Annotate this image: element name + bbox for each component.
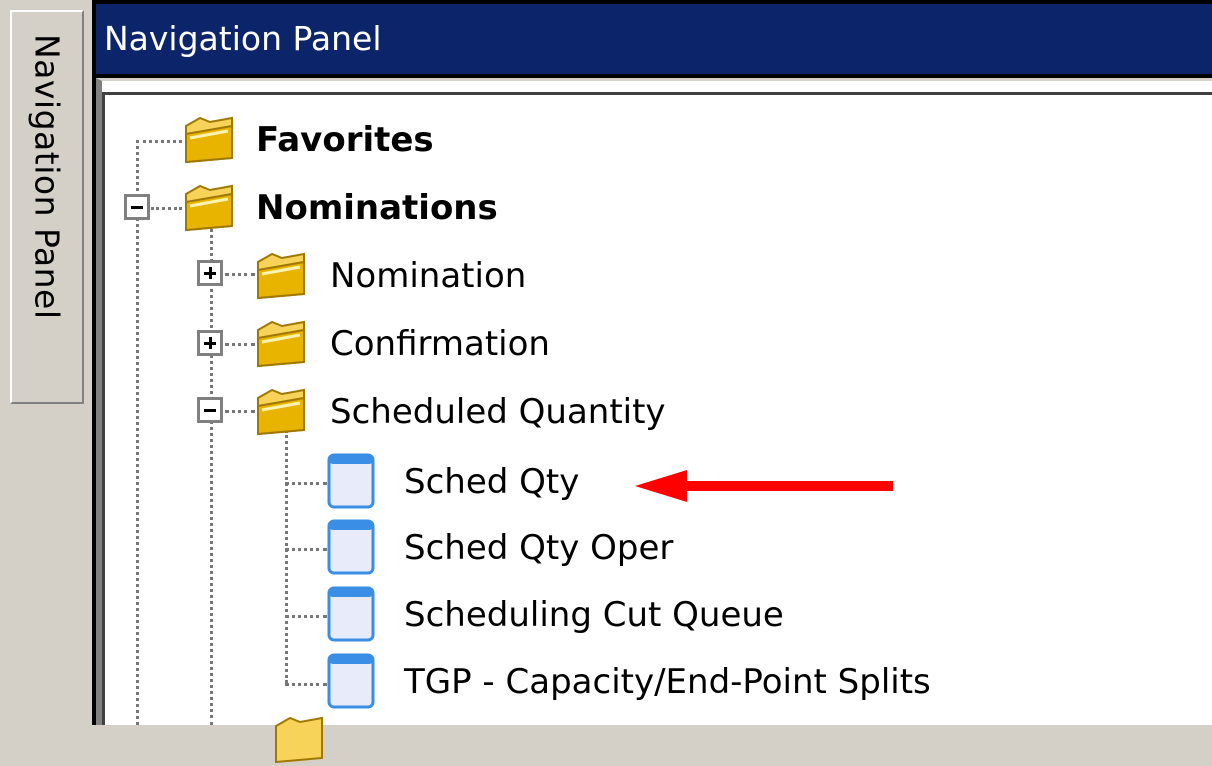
tree-item-tgp-capacity-splits[interactable]: TGP - Capacity/End-Point Splits bbox=[404, 662, 931, 702]
tree-connector-scheduling-cut-queue bbox=[285, 615, 327, 618]
tree-item-scheduled-quantity[interactable]: Scheduled Quantity bbox=[330, 392, 666, 432]
tree-connector-confirmation bbox=[225, 343, 255, 346]
application-frame: Navigation Panel Navigation Panel Favori… bbox=[0, 0, 1212, 764]
document-icon bbox=[327, 453, 375, 509]
tree-item-sched-qty[interactable]: Sched Qty bbox=[404, 462, 579, 502]
collapse-icon[interactable] bbox=[197, 397, 223, 423]
panel-title-bar: Navigation Panel bbox=[96, 4, 1212, 74]
tree-item-nominations[interactable]: Nominations bbox=[256, 188, 498, 228]
collapse-icon[interactable] bbox=[124, 194, 150, 220]
document-icon bbox=[327, 653, 375, 709]
folder-icon bbox=[185, 116, 233, 164]
tree-item-nomination[interactable]: Nomination bbox=[330, 256, 526, 296]
tree-connector-sched-qty bbox=[285, 482, 327, 485]
expand-icon[interactable] bbox=[197, 260, 223, 286]
tree-connector-tgp bbox=[285, 683, 327, 686]
document-icon bbox=[327, 519, 375, 575]
tree-connector-sched-qty-oper bbox=[285, 548, 327, 551]
tree-connector-scheduled-quantity bbox=[225, 410, 255, 413]
folder-icon bbox=[185, 184, 233, 232]
tree-item-sched-qty-oper[interactable]: Sched Qty Oper bbox=[404, 528, 673, 568]
document-icon bbox=[327, 586, 375, 642]
arrow-icon bbox=[635, 470, 893, 502]
folder-icon bbox=[275, 716, 323, 764]
tree-item-favorites[interactable]: Favorites bbox=[256, 120, 434, 160]
tree-item-confirmation[interactable]: Confirmation bbox=[330, 324, 550, 364]
folder-icon bbox=[257, 320, 305, 368]
folder-icon bbox=[257, 252, 305, 300]
tree-connector-nominations bbox=[151, 207, 182, 210]
side-tab-label: Navigation Panel bbox=[27, 34, 67, 320]
tree-item-scheduling-cut-queue[interactable]: Scheduling Cut Queue bbox=[404, 595, 784, 635]
tree-connector-favorites bbox=[136, 140, 182, 143]
folder-icon bbox=[257, 388, 305, 436]
tree-connector-nominations-children bbox=[210, 222, 213, 725]
tree-connector-root bbox=[136, 140, 139, 725]
navigation-panel-side-tab[interactable]: Navigation Panel bbox=[10, 10, 84, 404]
tree-connector-scheduled-children bbox=[285, 430, 288, 683]
expand-icon[interactable] bbox=[197, 330, 223, 356]
tree-connector-nomination bbox=[225, 273, 255, 276]
